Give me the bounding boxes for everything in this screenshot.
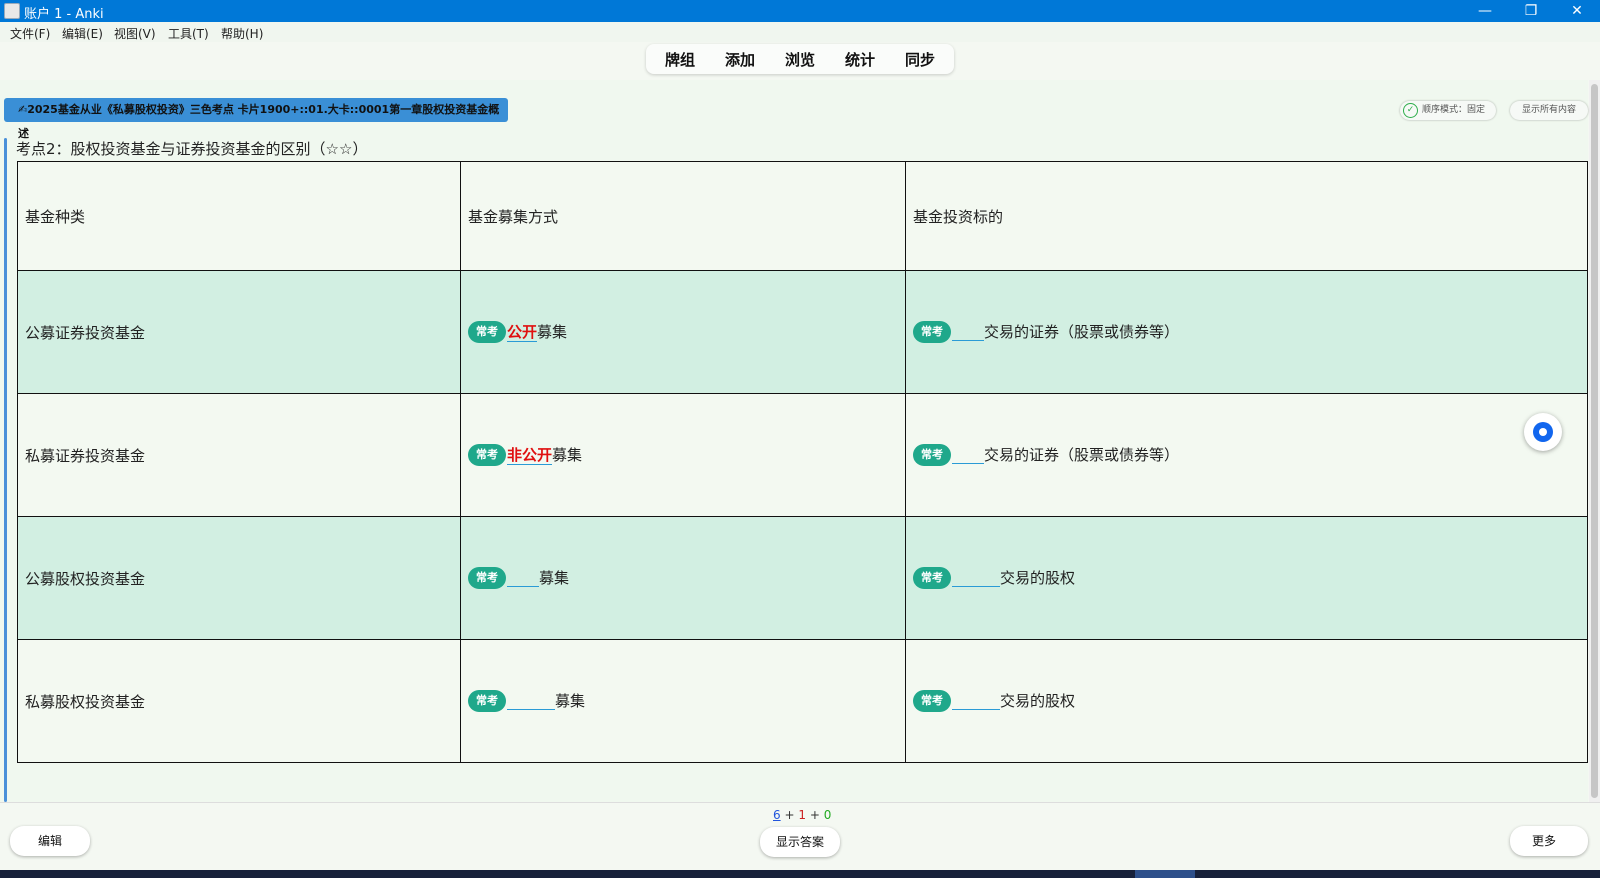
more-button-label: 更多 <box>1532 834 1557 848</box>
edit-button[interactable]: 编辑 <box>10 826 90 856</box>
table-row: 私募证券投资基金 常考 非公开募集 常考 交易的证券（股票或债券等） <box>17 393 1588 517</box>
show-all-button[interactable]: 显示所有内容 <box>1510 101 1588 120</box>
more-button[interactable]: 更多 <box>1510 826 1588 856</box>
anki-app-icon <box>4 3 20 19</box>
cloze-blank[interactable] <box>507 692 555 711</box>
order-mode-label: 顺序模式：固定 <box>1422 105 1486 115</box>
cloze-blank[interactable] <box>952 569 1000 588</box>
fund-type-cell: 私募证券投资基金 <box>17 393 461 517</box>
toolbar-sync[interactable]: 同步 <box>905 49 935 70</box>
toolbar-decks[interactable]: 牌组 <box>665 49 695 70</box>
chat-bubble-icon <box>1533 422 1553 442</box>
check-circle-icon: ✓ <box>1403 103 1418 118</box>
investment-target-cell: 常考 交易的股权 <box>905 639 1588 763</box>
cell-text: 交易的股权 <box>1000 691 1076 710</box>
frequent-tag: 常考 <box>468 444 506 467</box>
vertical-scrollbar[interactable] <box>1589 80 1600 802</box>
frequent-tag: 常考 <box>468 321 506 344</box>
deck-path-banner: ✍2025基金从业《私募股权投资》三色考点 卡片1900+::01.大卡::00… <box>4 98 508 140</box>
frequent-tag: 常考 <box>913 321 951 344</box>
cloze-blank[interactable] <box>952 692 1000 711</box>
frequent-tag: 常考 <box>468 567 506 590</box>
table-header-row: 基金种类 基金募集方式 基金投资标的 <box>17 161 1588 271</box>
header-raising-method: 基金募集方式 <box>460 161 906 271</box>
investment-target-cell: 常考 交易的股权 <box>905 516 1588 640</box>
new-count[interactable]: 6 <box>773 808 781 822</box>
cell-text: 募集 <box>537 322 568 341</box>
raising-method-cell: 常考 公开募集 <box>460 270 906 394</box>
table-row: 私募股权投资基金 常考 募集 常考 交易的股权 <box>17 639 1588 763</box>
menu-file[interactable]: 文件(F) <box>10 25 50 42</box>
frequent-tag: 常考 <box>913 690 951 713</box>
show-answer-button[interactable]: 显示答案 <box>760 827 840 857</box>
toolbar-browse[interactable]: 浏览 <box>785 49 815 70</box>
card-left-accent <box>4 138 7 802</box>
close-button[interactable]: ✕ <box>1554 0 1600 22</box>
review-count: 0 <box>823 808 832 822</box>
investment-target-cell: 常考 交易的证券（股票或债券等） <box>905 270 1588 394</box>
order-mode-toggle[interactable]: ✓ 顺序模式：固定 <box>1400 101 1496 120</box>
header-fund-type: 基金种类 <box>17 161 461 271</box>
menu-bar: 文件(F) 编辑(E) 视图(V) 工具(T) 帮助(H) <box>0 22 1600 42</box>
cell-text: 交易的证券（股票或债券等） <box>984 322 1180 341</box>
cloze-answer[interactable]: 非公开 <box>507 445 553 465</box>
header-investment-target: 基金投资标的 <box>905 161 1588 271</box>
raising-method-cell: 常考 非公开募集 <box>460 393 906 517</box>
cloze-answer[interactable]: 公开 <box>507 322 538 342</box>
fund-type-cell: 公募股权投资基金 <box>17 516 461 640</box>
table-row: 公募股权投资基金 常考 募集 常考 交易的股权 <box>17 516 1588 640</box>
fund-type-cell: 私募股权投资基金 <box>17 639 461 763</box>
menu-edit[interactable]: 编辑(E) <box>62 25 103 42</box>
frequent-tag: 常考 <box>913 567 951 590</box>
count-separator: + <box>809 808 820 822</box>
cloze-blank[interactable] <box>952 323 984 342</box>
cloze-blank[interactable] <box>507 569 539 588</box>
restore-button[interactable]: ❐ <box>1508 0 1554 22</box>
scrollbar-thumb[interactable] <box>1591 84 1598 798</box>
count-separator: + <box>784 808 795 822</box>
window-title: 账户 1 - Anki <box>24 7 104 22</box>
cell-text: 交易的股权 <box>1000 568 1076 587</box>
cell-text: 募集 <box>539 568 570 587</box>
toolbar-stats[interactable]: 统计 <box>845 49 875 70</box>
due-counts: 6 + 1 + 0 <box>773 808 831 822</box>
comparison-table: 基金种类 基金募集方式 基金投资标的 公募证券投资基金 常考 公开募集 常考 交易的… <box>17 161 1588 763</box>
menu-view[interactable]: 视图(V) <box>114 25 156 42</box>
floating-chat-button[interactable] <box>1524 413 1562 451</box>
taskbar-active-app[interactable] <box>1135 870 1195 878</box>
frequent-tag: 常考 <box>468 690 506 713</box>
frequent-tag: 常考 <box>913 444 951 467</box>
menu-help[interactable]: 帮助(H) <box>221 25 263 42</box>
os-taskbar <box>0 870 1600 878</box>
title-bar: 账户 1 - Anki — ❐ ✕ <box>0 0 1600 22</box>
table-row: 公募证券投资基金 常考 公开募集 常考 交易的证券（股票或债券等） <box>17 270 1588 394</box>
card-heading: 考点2：股权投资基金与证券投资基金的区别（☆☆） <box>16 140 368 158</box>
cell-text: 交易的证券（股票或债券等） <box>984 445 1180 464</box>
minimize-button[interactable]: — <box>1462 0 1508 22</box>
cell-text: 募集 <box>552 445 583 464</box>
cloze-blank[interactable] <box>952 446 984 465</box>
raising-method-cell: 常考 募集 <box>460 516 906 640</box>
investment-target-cell: 常考 交易的证券（股票或债券等） <box>905 393 1588 517</box>
toolbar-add[interactable]: 添加 <box>725 49 755 70</box>
learn-count: 1 <box>798 808 806 822</box>
raising-method-cell: 常考 募集 <box>460 639 906 763</box>
menu-tools[interactable]: 工具(T) <box>168 25 209 42</box>
cell-text: 募集 <box>555 691 586 710</box>
main-toolbar: 牌组 添加 浏览 统计 同步 <box>646 44 954 74</box>
fund-type-cell: 公募证券投资基金 <box>17 270 461 394</box>
